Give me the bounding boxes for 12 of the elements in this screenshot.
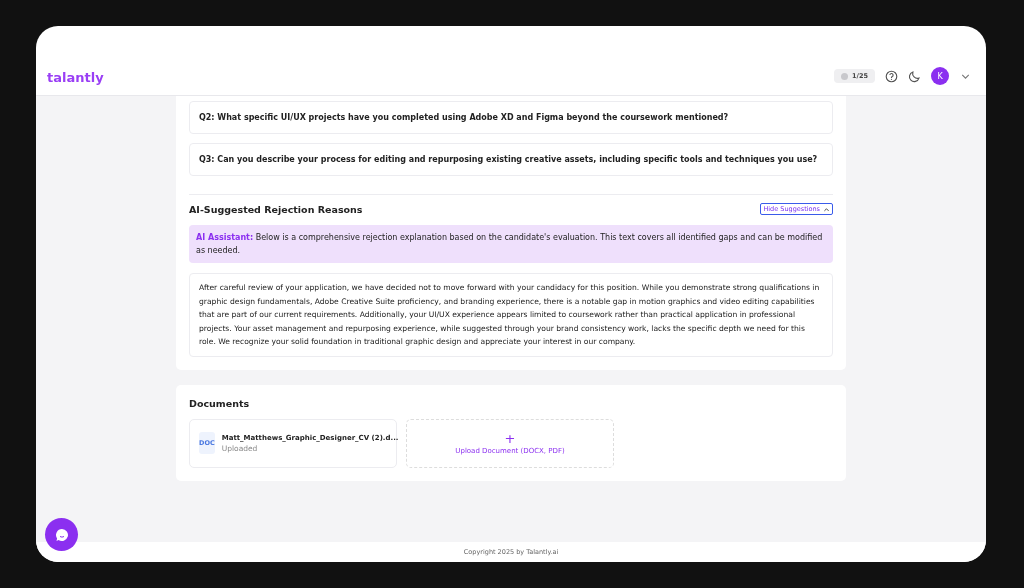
section-title: Documents	[189, 397, 251, 409]
help-icon[interactable]	[885, 69, 898, 83]
chat-bubble-icon	[53, 526, 70, 543]
plus-icon: +	[504, 431, 516, 445]
avatar[interactable]: K	[931, 67, 949, 85]
question-text: Q3: Can you describe your process for editing and repurposing existing creative assets, including specific tools and techniques you use?	[189, 143, 833, 176]
moon-icon[interactable]	[908, 69, 921, 83]
chevron-up-icon	[823, 205, 830, 213]
logo[interactable]: talantly	[47, 70, 104, 85]
section-title: AI-Suggested Rejection Reasons	[189, 203, 363, 215]
question-text: Q2: What specific UI/UX projects have you completed using Adobe XD and Figma beyond the coursework mentioned?	[189, 101, 833, 134]
assistant-note: AI Assistant: Below is a comprehensive rejection explanation based on the candidate's evaluation. This text covers all identified gaps and can be modified as needed.	[189, 225, 833, 263]
